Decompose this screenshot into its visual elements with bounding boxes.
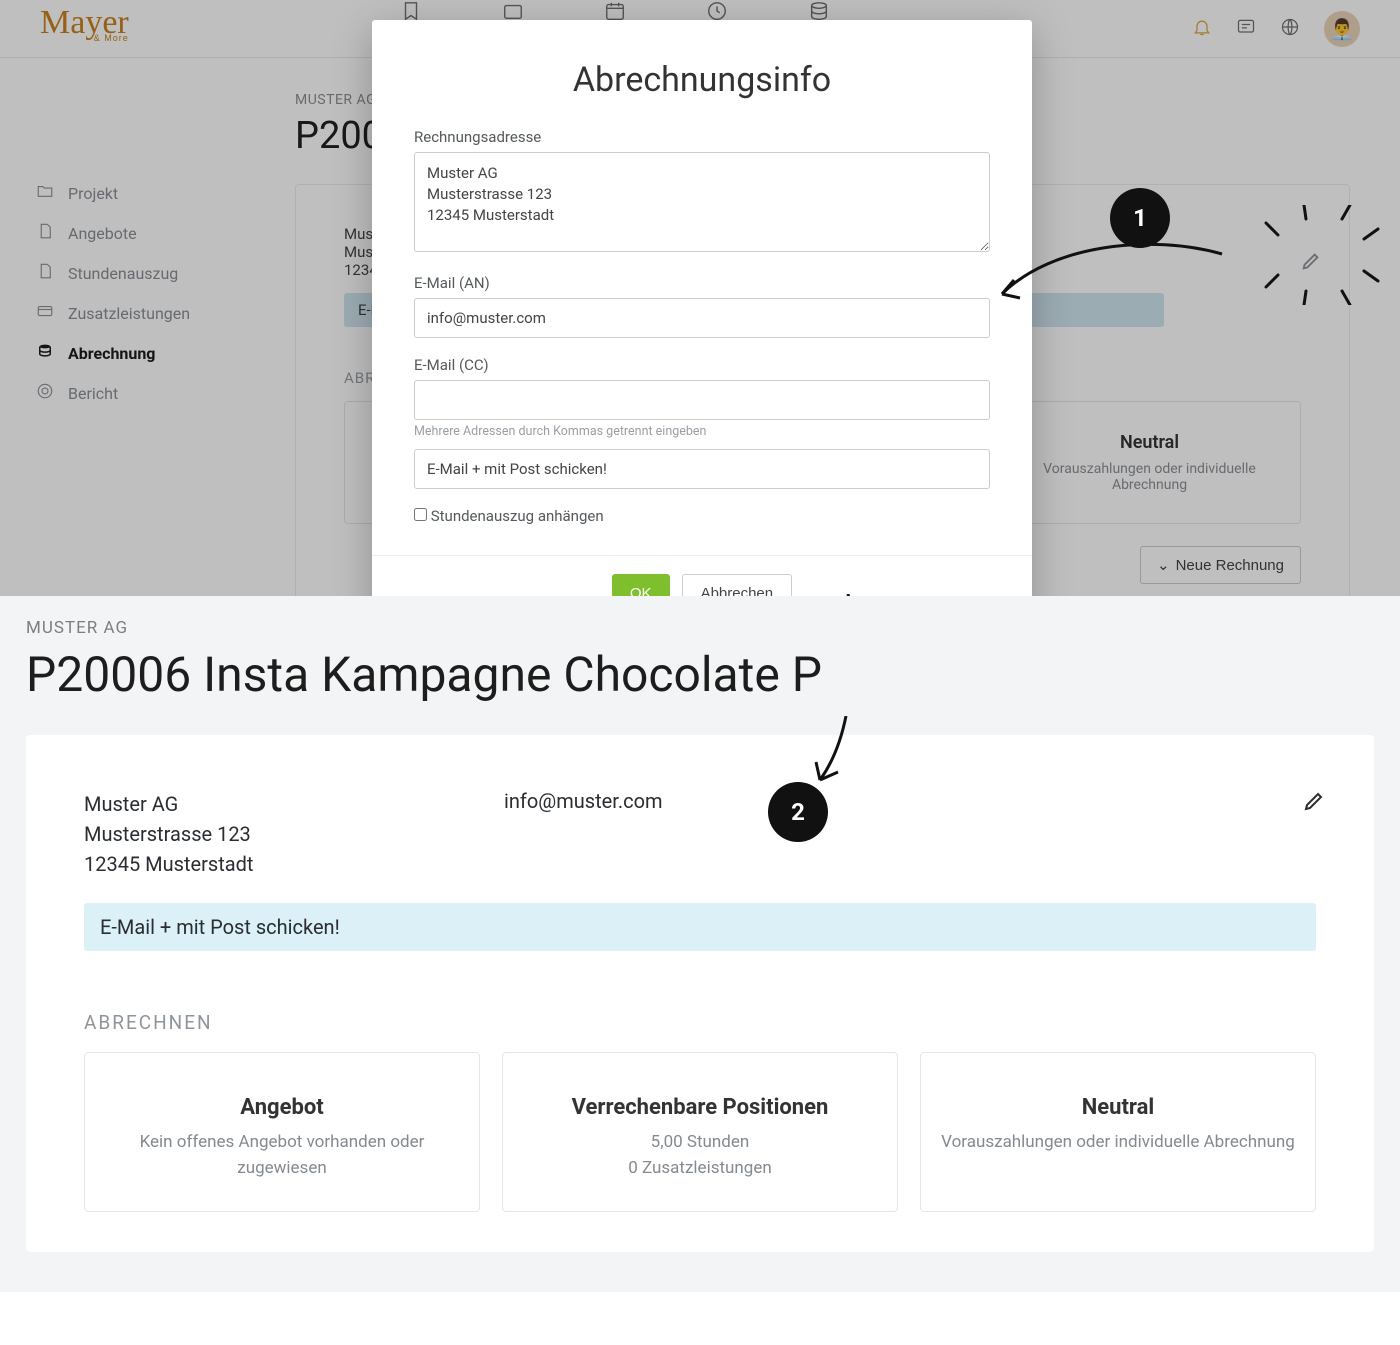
attach-hours-checkbox[interactable]: Stundenauszug anhängen — [414, 507, 990, 525]
billing-address: Muster AG Musterstrasse 123 12345 Muster… — [84, 789, 504, 879]
checkbox-label: Stundenauszug anhängen — [431, 507, 604, 525]
breadcrumb: MUSTER AG — [26, 618, 1374, 638]
app-screenshot-top: Mayer & More 👨‍💼 Projekt Angebote Stunde… — [0, 0, 1400, 596]
card-line: 5,00 Stunden — [651, 1132, 750, 1152]
address-textarea[interactable] — [414, 152, 990, 252]
bill-card-neutral[interactable]: Neutral Vorauszahlungen oder individuell… — [920, 1052, 1316, 1212]
page-title: P20006 Insta Kampagne Chocolate P — [26, 646, 1374, 703]
annotation-badge-2: 2 — [768, 782, 828, 842]
billing-info-modal: Abrechnungsinfo Rechnungsadresse E-Mail … — [372, 20, 1032, 596]
card-line: 0 Zusatzleistungen — [628, 1158, 772, 1178]
billing-card: Muster AG Musterstrasse 123 12345 Muster… — [26, 735, 1374, 1252]
addr-line: Musterstrasse 123 — [84, 819, 504, 849]
annotation-arrow-2-head — [800, 716, 880, 796]
address-label: Rechnungsadresse — [414, 128, 990, 146]
addr-line: 12345 Musterstadt — [84, 849, 504, 879]
bill-card-angebot[interactable]: Angebot Kein offenes Angebot vorhanden o… — [84, 1052, 480, 1212]
note-input[interactable] — [414, 449, 990, 489]
addr-line: Muster AG — [84, 789, 504, 819]
billing-note: E-Mail + mit Post schicken! — [84, 903, 1316, 951]
section-abrechnen: ABRECHNEN — [84, 1011, 1316, 1034]
annotation-arrow-2 — [812, 594, 892, 596]
bill-card-positions[interactable]: Verrechenbare Positionen 5,00 Stunden 0 Z… — [502, 1052, 898, 1212]
email-an-input[interactable] — [414, 298, 990, 338]
modal-footer: OK Abbrechen — [372, 555, 1032, 596]
card-sub: Vorauszahlungen oder individuelle Abrech… — [941, 1130, 1295, 1156]
card-sub: Kein offenes Angebot vorhanden oder zuge… — [105, 1130, 459, 1181]
email-cc-label: E-Mail (CC) — [414, 356, 990, 374]
cancel-button[interactable]: Abbrechen — [682, 574, 793, 596]
modal-title: Abrechnungsinfo — [414, 60, 990, 100]
card-title: Angebot — [105, 1095, 459, 1120]
email-cc-input[interactable] — [414, 380, 990, 420]
edit-button[interactable] — [1302, 789, 1326, 817]
email-cc-hint: Mehrere Adressen durch Kommas getrennt e… — [414, 424, 990, 439]
annotation-arrow-1 — [992, 224, 1232, 334]
card-title: Neutral — [941, 1095, 1295, 1120]
card-title: Verrechenbare Positionen — [523, 1095, 877, 1120]
billing-email: info@muster.com — [504, 789, 1316, 879]
checkbox-input[interactable] — [414, 508, 427, 521]
pencil-icon[interactable] — [1300, 250, 1322, 276]
ok-button[interactable]: OK — [612, 574, 670, 596]
email-an-label: E-Mail (AN) — [414, 274, 990, 292]
app-screenshot-bottom: MUSTER AG P20006 Insta Kampagne Chocolat… — [0, 596, 1400, 1292]
